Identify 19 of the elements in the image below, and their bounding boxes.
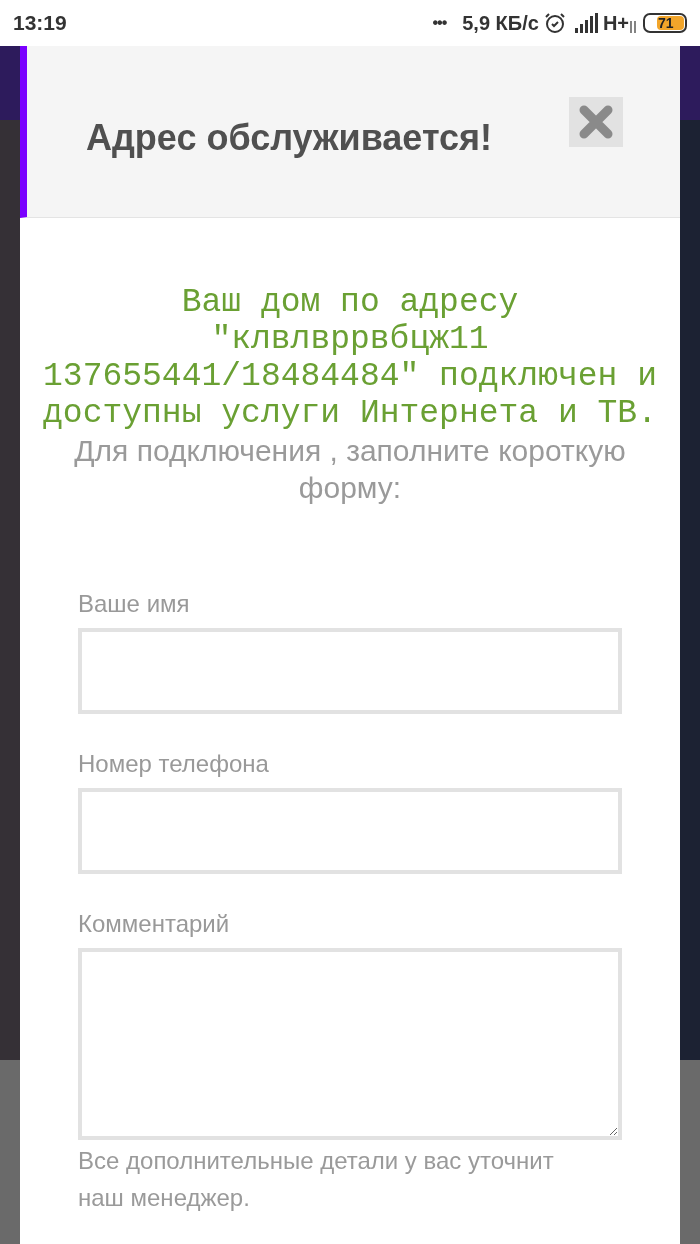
network-speed: 5,9 КБ/с [462,11,539,36]
note-text: Все дополнительные детали у вас уточнит наш менеджер. [77,1146,555,1213]
success-message: Ваш дом по адресу "клвлврpвбцж11 137655441/18484484" подключен и доступны услуги Интернета и ТВ. [42,284,658,432]
field-label: Номер телефона [78,749,270,779]
signal-icon [574,13,601,33]
field-label: Ваше имя [78,589,191,619]
close-button[interactable] [569,96,623,147]
clock-time: 13:19 [13,10,67,37]
close-icon [579,104,613,139]
input-field[interactable] [78,628,622,714]
network-type: H+ [602,11,629,36]
data-arrows-icon [629,21,637,33]
dialog-title: Адрес обслуживается! [86,115,494,160]
input-field[interactable] [78,788,622,874]
instruction-text: Для подключения , заполните короткую форму: [73,433,627,506]
battery-indicator: 71 [643,13,687,33]
notification-dots: ••• [432,13,447,33]
comment-textarea[interactable] [78,948,622,1140]
field-label: Комментарий [78,909,231,939]
